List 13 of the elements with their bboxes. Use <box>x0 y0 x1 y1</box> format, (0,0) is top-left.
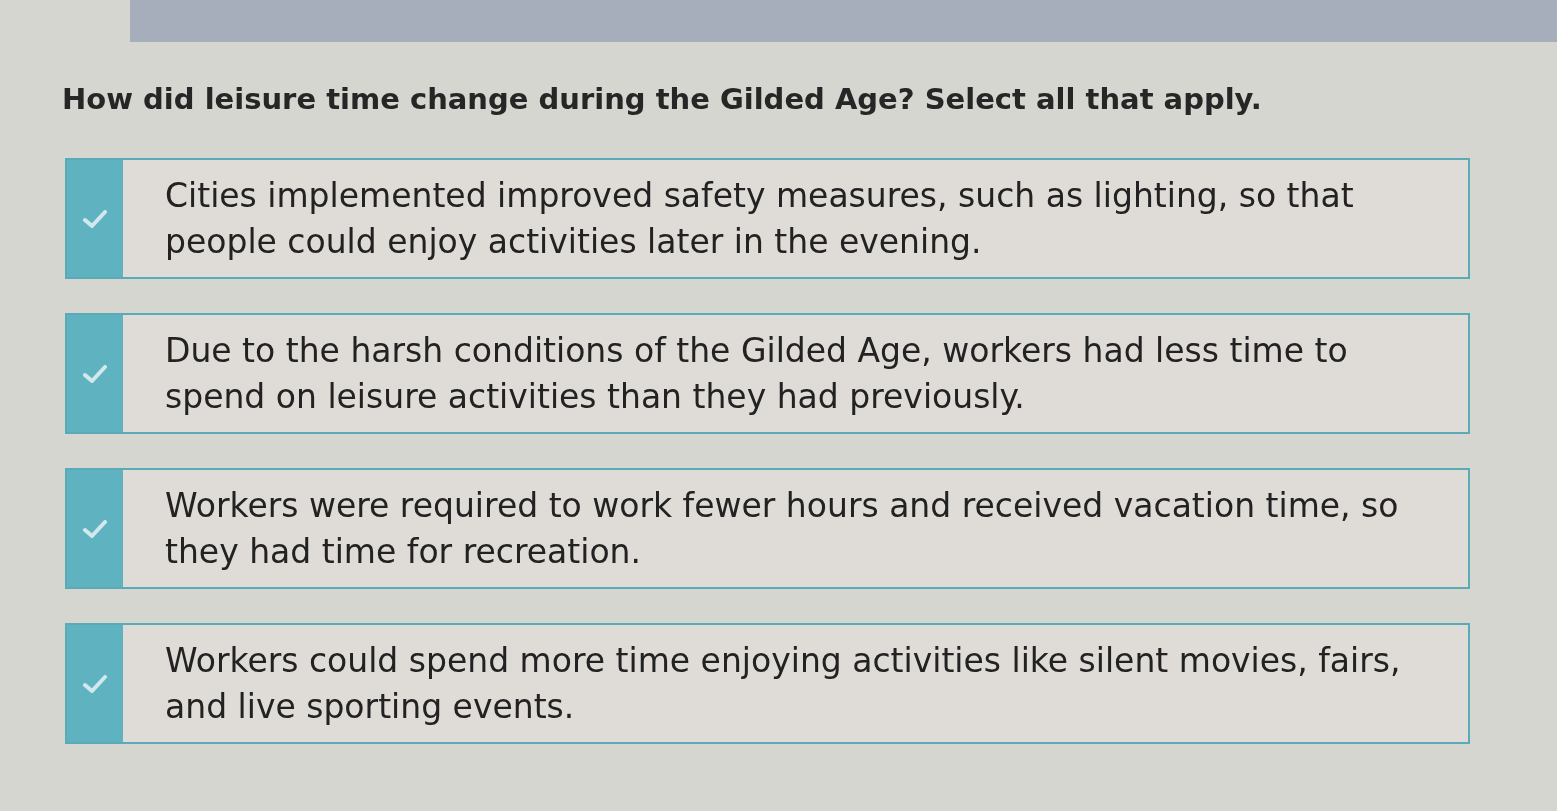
check-icon <box>83 364 107 383</box>
option-text: Workers could spend more time enjoying activities like silent movies, fairs, and live sporting events. <box>165 639 1402 728</box>
check-icon <box>83 674 107 693</box>
option-text: Cities implemented improved safety measures, such as lighting, so that people could enjoy activities later in the evening. <box>165 174 1355 263</box>
checkbox[interactable] <box>67 160 123 277</box>
checkbox[interactable] <box>67 470 123 587</box>
checkbox[interactable] <box>67 625 123 742</box>
check-icon <box>83 519 107 538</box>
question-text: How did leisure time change during the Gilded Age? Select all that apply. <box>62 81 1262 118</box>
check-icon <box>83 209 107 228</box>
option-text: Due to the harsh conditions of the Gilded Age, workers had less time to spend on leisure activities than they had previously. <box>165 329 1349 418</box>
checkbox[interactable] <box>67 315 123 432</box>
option-text: Workers were required to work fewer hours and received vacation time, so they had time for recreation. <box>165 484 1400 573</box>
